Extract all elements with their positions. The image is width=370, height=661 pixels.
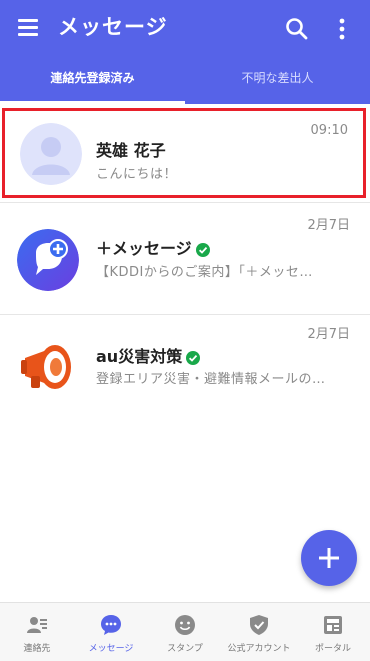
avatar bbox=[17, 229, 79, 291]
contact-name: au災害対策 bbox=[96, 347, 201, 367]
avatar bbox=[20, 123, 82, 185]
tab-indicator bbox=[0, 101, 185, 104]
contact-name: 英雄 花子 bbox=[96, 141, 166, 160]
nav-label: スタンプ bbox=[167, 644, 203, 654]
tab-registered-contacts[interactable]: 連絡先登録済み bbox=[0, 58, 185, 104]
tab-label: 不明な差出人 bbox=[241, 71, 314, 85]
verified-check-icon bbox=[195, 242, 210, 257]
contact-name-text: au災害対策 bbox=[96, 347, 183, 366]
timestamp: 2月7日 bbox=[307, 218, 350, 233]
shield-icon bbox=[250, 615, 268, 635]
search-icon[interactable] bbox=[284, 16, 310, 42]
conversation-row[interactable]: 英雄 花子 こんにちは！ 09:10 bbox=[2, 108, 366, 198]
conversation-row[interactable]: au災害対策 登録エリア災害・避難情報メールの… 2月7日 bbox=[0, 314, 370, 414]
verified-check-icon bbox=[186, 350, 201, 365]
nav-item-stamps[interactable]: スタンプ bbox=[148, 603, 222, 661]
nav-label: ポータル bbox=[314, 644, 351, 654]
chat-icon bbox=[101, 615, 121, 635]
contact-name-text: ＋メッセージ bbox=[96, 239, 192, 258]
message-preview: 登録エリア災害・避難情報メールの… bbox=[96, 372, 326, 387]
nav-item-messages[interactable]: メッセージ bbox=[74, 603, 148, 661]
new-message-button[interactable] bbox=[301, 530, 357, 586]
plus-message-logo-icon bbox=[17, 229, 79, 291]
tab-unknown-senders[interactable]: 不明な差出人 bbox=[185, 58, 370, 104]
contact-name: ＋メッセージ bbox=[96, 239, 210, 259]
bottom-nav: 連絡先 メッセージ スタンプ 公式アカウント ポータル bbox=[0, 602, 370, 661]
message-preview: 【KDDIからのご案内】「＋メッセ… bbox=[96, 265, 313, 280]
au-megaphone-logo-icon bbox=[17, 336, 79, 398]
contacts-icon bbox=[27, 617, 47, 633]
nav-label: 公式アカウント bbox=[227, 644, 291, 654]
avatar bbox=[17, 336, 79, 398]
nav-item-portal[interactable]: ポータル bbox=[296, 603, 370, 661]
default-person-icon bbox=[20, 123, 82, 185]
tab-bar: 連絡先登録済み 不明な差出人 bbox=[0, 58, 370, 104]
page-title: メッセージ bbox=[58, 15, 168, 39]
app-bar: メッセージ bbox=[0, 0, 370, 58]
nav-label: メッセージ bbox=[88, 644, 134, 654]
nav-item-official-accounts[interactable]: 公式アカウント bbox=[222, 603, 296, 661]
plus-icon bbox=[319, 548, 339, 568]
portal-icon bbox=[324, 616, 342, 634]
smiley-icon bbox=[175, 615, 195, 635]
conversation-row[interactable]: ＋メッセージ 【KDDIからのご案内】「＋メッセ… 2月7日 bbox=[0, 204, 370, 314]
timestamp: 2月7日 bbox=[307, 327, 350, 342]
divider bbox=[0, 202, 370, 203]
timestamp: 09:10 bbox=[310, 123, 348, 138]
nav-label: 連絡先 bbox=[23, 644, 51, 654]
message-preview: こんにちは！ bbox=[96, 167, 178, 182]
more-vert-icon[interactable] bbox=[335, 16, 349, 42]
menu-icon[interactable] bbox=[18, 19, 38, 37]
tab-label: 連絡先登録済み bbox=[50, 71, 135, 85]
nav-item-contacts[interactable]: 連絡先 bbox=[0, 603, 74, 661]
